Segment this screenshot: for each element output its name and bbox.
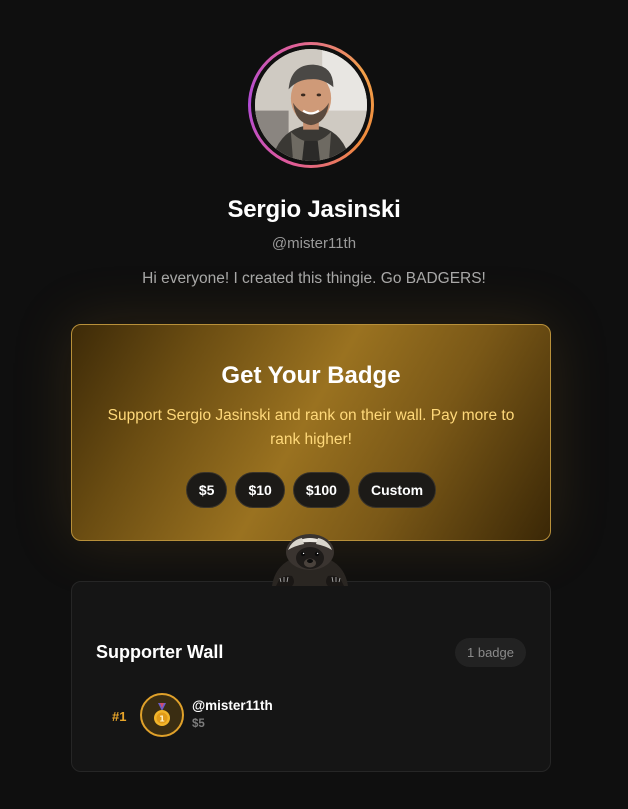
supporter-row[interactable]: #1 1 @mister11th $5 [72, 692, 550, 740]
amount-10-button[interactable]: $10 [235, 472, 285, 508]
badge-card-title: Get Your Badge [221, 362, 401, 389]
profile-handle: @mister11th [271, 235, 357, 252]
avatar-photo [255, 49, 367, 161]
profile-name: Sergio Jasinski [227, 196, 401, 223]
amount-100-button[interactable]: $100 [292, 472, 350, 508]
badge-count-pill: 1 badge [455, 638, 526, 667]
supporter-amount: $5 [192, 718, 205, 730]
amount-custom-button[interactable]: Custom [357, 472, 437, 508]
profile-page: Sergio Jasinski @mister11th Hi everyone!… [0, 0, 628, 809]
supporter-name: @mister11th [192, 698, 273, 713]
profile-bio: Hi everyone! I created this thingie. Go … [142, 270, 486, 287]
gold-medal-icon: 1 [140, 693, 184, 737]
amount-5-button[interactable]: $5 [185, 472, 228, 508]
badger-mascot-icon [262, 530, 358, 586]
badge-card-subtitle: Support Sergio Jasinski and rank on thei… [107, 407, 515, 448]
supporter-wall: Supporter Wall 1 badge #1 1 @mister11th … [71, 581, 551, 772]
svg-text:1: 1 [159, 715, 165, 724]
supporter-wall-title: Supporter Wall [96, 642, 224, 662]
supporter-rank: #1 [112, 709, 127, 724]
get-badge-card: Get Your Badge Support Sergio Jasinski a… [71, 324, 551, 541]
amount-options: $5 $10 $100 Custom [72, 472, 550, 508]
avatar [248, 42, 374, 168]
